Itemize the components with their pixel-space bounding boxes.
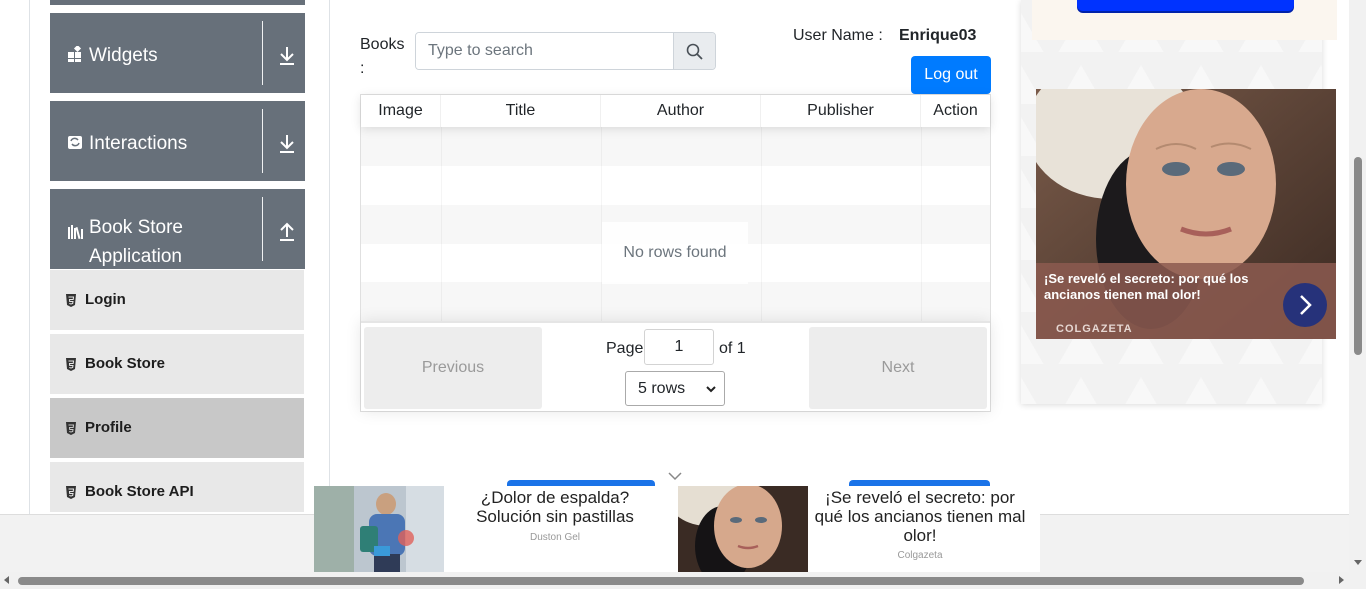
table-row <box>361 127 990 166</box>
sidebar-group-interactions[interactable]: Interactions <box>50 101 305 181</box>
books-table: Image Title Author Publisher Action No r… <box>360 94 991 412</box>
sidebar-item-profile[interactable]: Profile <box>50 398 304 460</box>
column-header-publisher[interactable]: Publisher <box>761 95 921 127</box>
upload-arrow-icon <box>280 222 294 241</box>
html5-icon <box>66 422 76 435</box>
chevron-down-icon[interactable] <box>667 470 683 482</box>
sidebar-group-label: Interactions <box>89 133 188 154</box>
ad-photo-elderly-woman-small[interactable] <box>678 486 808 573</box>
sidebar-item-label: Book Store <box>85 355 166 372</box>
html5-icon <box>66 486 76 499</box>
sidebar-item-label: Profile <box>85 419 132 436</box>
download-arrow-icon <box>280 135 294 153</box>
sidebar-group-label: Widgets <box>89 45 158 66</box>
logout-button[interactable]: Log out <box>911 56 991 94</box>
ad-headline: ¡Se reveló el secreto: por qué los ancia… <box>1044 271 1249 302</box>
books-search-label: Books : <box>360 36 405 77</box>
search-button[interactable] <box>673 33 715 69</box>
bottom-ad-title[interactable]: ¡Se reveló el secreto: por qué los ancia… <box>814 488 1026 545</box>
books-icon <box>68 225 83 240</box>
vertical-scrollbar-thumb[interactable] <box>1354 157 1362 355</box>
sidebar-item-label: Book Store API <box>85 483 194 500</box>
ad-photo-elderly-woman-small-image <box>678 486 808 573</box>
previous-button[interactable]: Previous <box>364 327 542 409</box>
bottom-ad-source: Colgazeta <box>897 550 943 561</box>
column-divider <box>761 127 762 321</box>
column-header-title[interactable]: Title <box>441 95 601 127</box>
sidebar-item-book-store-api[interactable]: Book Store API <box>50 462 304 514</box>
rows-per-page-select[interactable]: 5 rows <box>625 371 725 406</box>
divider <box>262 109 263 173</box>
search-input[interactable] <box>416 33 673 69</box>
ad-photo-back-pain[interactable] <box>314 486 444 573</box>
sidebar-group-widgets[interactable]: Widgets <box>50 13 305 93</box>
table-row <box>361 166 990 205</box>
divider <box>262 197 263 261</box>
sidebar-item-label: Login <box>85 291 126 308</box>
column-divider <box>441 127 442 321</box>
ad-next-button[interactable] <box>1283 283 1327 327</box>
bottom-ad-title[interactable]: ¿Dolor de espalda? Solución sin pastilla… <box>464 488 646 526</box>
page-label: Page <box>606 340 644 357</box>
scroll-down-arrow-icon[interactable] <box>1354 560 1362 565</box>
bottom-ad-source: Duston Gel <box>529 532 581 543</box>
sidebar-border-left <box>29 0 30 514</box>
widgets-icon <box>68 46 82 62</box>
scroll-left-arrow-icon[interactable] <box>4 576 9 584</box>
rows-per-page-value: 5 rows <box>638 380 686 397</box>
column-header-image[interactable]: Image <box>361 95 441 127</box>
ad-photo-back-pain-image <box>314 486 444 573</box>
ad-source: COLGAZETA <box>1056 323 1133 335</box>
scroll-right-arrow-icon[interactable] <box>1339 576 1344 584</box>
no-rows-message: No rows found <box>602 222 748 284</box>
column-header-action[interactable]: Action <box>921 95 990 127</box>
html5-icon <box>66 358 76 371</box>
chevron-down-icon <box>706 386 716 393</box>
sidebar-border-right <box>329 0 330 514</box>
username-label: User Name : <box>793 27 883 44</box>
right-ad-card[interactable]: ¡Se reveló el secreto: por qué los ancia… <box>1036 89 1336 339</box>
column-header-author[interactable]: Author <box>601 95 761 127</box>
sidebar-group-stub <box>50 0 305 5</box>
sidebar-group-label-line2: Application <box>89 246 182 267</box>
username-value: Enrique03 <box>899 27 977 44</box>
chevron-right-icon <box>1300 295 1312 315</box>
ad-cta-button[interactable] <box>1077 0 1294 11</box>
table-row <box>361 282 990 321</box>
page-total-label: of 1 <box>719 340 746 357</box>
column-divider <box>921 127 922 321</box>
pagination-bar: Previous Page 1 of 1 5 rows Next <box>361 321 990 411</box>
sidebar-group-label: Book Store <box>89 217 183 238</box>
interactions-icon <box>68 136 82 149</box>
bottom-ad-banner: ¿Dolor de espalda? Solución sin pastilla… <box>314 486 1040 574</box>
sidebar-item-login[interactable]: Login <box>50 270 304 332</box>
download-arrow-icon <box>280 47 294 65</box>
sidebar-item-book-store[interactable]: Book Store <box>50 334 304 396</box>
search-icon <box>686 43 703 60</box>
html5-icon <box>66 294 76 307</box>
page-number-input[interactable]: 1 <box>644 329 714 365</box>
sidebar-group-book-store[interactable]: Book Store Application <box>50 189 305 269</box>
divider <box>262 21 263 85</box>
next-button[interactable]: Next <box>809 327 987 409</box>
table-header: Image Title Author Publisher Action <box>361 95 990 127</box>
horizontal-scrollbar-thumb[interactable] <box>18 577 1304 585</box>
search-box <box>415 32 716 70</box>
